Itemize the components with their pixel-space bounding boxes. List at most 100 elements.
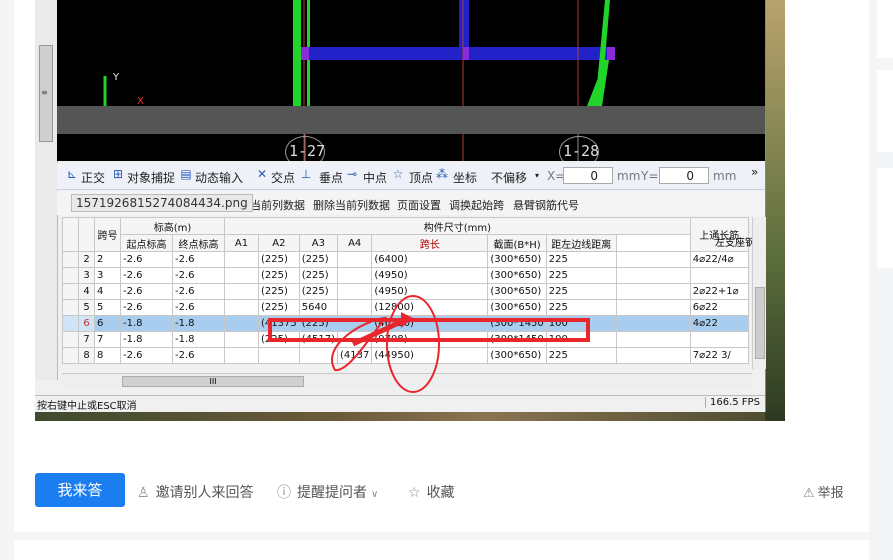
cell-rn[interactable]: 5 bbox=[78, 299, 95, 316]
cell-sec[interactable]: (300*650) bbox=[487, 251, 547, 268]
cell-left[interactable] bbox=[689, 267, 749, 284]
cell-left[interactable]: 4⌀22 bbox=[689, 315, 749, 332]
coordinate-button[interactable]: 坐标 bbox=[453, 169, 477, 186]
cell-a1[interactable] bbox=[224, 347, 259, 364]
cantilever-code-button[interactable]: 悬臂钢筋代号 bbox=[513, 197, 579, 213]
table-row[interactable]: 5 5 -2.6 -2.6 (225) 5640 (12800) (300*650) 225 6⌀… bbox=[62, 299, 749, 316]
cell-sec[interactable]: (300*650) bbox=[487, 347, 547, 364]
table-row[interactable]: 2 2 -2.6 -2.6 (225) (225) (6400) (300*650) 225 4⌀… bbox=[62, 251, 749, 268]
cell-span[interactable]: 5 bbox=[94, 299, 121, 316]
cell-s[interactable]: -2.6 bbox=[120, 299, 173, 316]
cell-s[interactable]: -2.6 bbox=[120, 283, 173, 300]
cell-a1[interactable] bbox=[224, 331, 259, 348]
cell-len[interactable]: (6400) bbox=[371, 251, 489, 268]
cell-left[interactable]: 4⌀22/4⌀ bbox=[689, 251, 749, 268]
table-row[interactable]: 8 8 -2.6 -2.6 (4137 (44950) (300*650) 225 7⌀22 3… bbox=[62, 347, 749, 364]
cell-len[interactable]: (4950) bbox=[371, 267, 489, 284]
invite-button[interactable]: ♙ 邀请别人来回答 bbox=[137, 482, 254, 502]
cell-dist[interactable]: 225 bbox=[545, 267, 617, 284]
col-header-a4[interactable]: A4 bbox=[336, 234, 373, 252]
left-scrollbar[interactable]: ≡ bbox=[35, 0, 58, 380]
perpendicular-button[interactable]: 垂点 bbox=[319, 169, 343, 186]
hscroll-thumb[interactable]: III bbox=[122, 376, 304, 387]
more-icon[interactable]: » bbox=[751, 165, 758, 179]
cell-a4[interactable] bbox=[336, 267, 373, 284]
x-input[interactable]: 0 bbox=[563, 167, 613, 184]
table-vertical-scrollbar[interactable] bbox=[752, 217, 766, 369]
cell-a3[interactable]: (225) bbox=[298, 283, 338, 300]
cell-span[interactable]: 8 bbox=[94, 347, 121, 364]
cell-a3[interactable]: 5640 bbox=[298, 299, 338, 316]
cell-a2[interactable]: (225) bbox=[258, 283, 300, 300]
cell-len[interactable]: (12800) bbox=[371, 299, 489, 316]
cell-rn[interactable]: 3 bbox=[78, 267, 95, 284]
report-button[interactable]: ⚠ 举报 bbox=[803, 482, 844, 501]
col-header-a3[interactable]: A3 bbox=[298, 234, 338, 252]
cell-a4[interactable] bbox=[336, 283, 373, 300]
col-header-section[interactable]: 截面(B*H) bbox=[487, 234, 547, 252]
cell-sec[interactable]: (300*650) bbox=[487, 283, 547, 300]
cell-len[interactable]: (4950) bbox=[371, 283, 489, 300]
cell-a4[interactable]: (4137 bbox=[336, 347, 373, 364]
cell-e[interactable]: -2.6 bbox=[172, 283, 225, 300]
cell-s[interactable]: -1.8 bbox=[120, 315, 173, 332]
cell-sec[interactable]: (300*650) bbox=[487, 267, 547, 284]
cell-s[interactable]: -2.6 bbox=[120, 347, 173, 364]
cell-dist[interactable]: 225 bbox=[545, 299, 617, 316]
cell-rn[interactable]: 7 bbox=[78, 331, 95, 348]
cell-a2[interactable]: (225) bbox=[258, 251, 300, 268]
offset-select[interactable]: 不偏移 bbox=[491, 169, 527, 186]
cell-a1[interactable] bbox=[224, 299, 259, 316]
delete-column-button[interactable]: 删除当前列数据 bbox=[313, 197, 390, 213]
col-header-span[interactable]: 跨号 bbox=[94, 217, 121, 252]
col-header-span-length[interactable]: 跨长 bbox=[371, 234, 489, 252]
table-row[interactable]: 4 4 -2.6 -2.6 (225) (225) (4950) (300*650) 225 2⌀… bbox=[62, 283, 749, 300]
cell-e[interactable]: -2.6 bbox=[172, 267, 225, 284]
table-row[interactable]: 3 3 -2.6 -2.6 (225) (225) (4950) (300*650) 225 bbox=[62, 267, 749, 284]
dynamic-input-button[interactable]: 动态输入 bbox=[195, 169, 243, 186]
cell-top[interactable] bbox=[615, 283, 691, 300]
cell-rn[interactable]: 4 bbox=[78, 283, 95, 300]
cell-left[interactable]: 6⌀22 bbox=[689, 299, 749, 316]
cell-e[interactable]: -2.6 bbox=[172, 299, 225, 316]
midpoint-button[interactable]: 中点 bbox=[363, 169, 387, 186]
collect-button[interactable]: ☆ 收藏 bbox=[408, 482, 455, 502]
col-header-start-elev[interactable]: 起点标高 bbox=[120, 234, 173, 252]
cell-top[interactable] bbox=[615, 315, 691, 332]
cad-viewport[interactable]: Y X 1-27 1-28 bbox=[57, 0, 765, 161]
cell-e[interactable]: -2.6 bbox=[172, 251, 225, 268]
cell-top[interactable] bbox=[615, 267, 691, 284]
cell-a4[interactable] bbox=[336, 299, 373, 316]
cell-a3[interactable]: (225) bbox=[298, 251, 338, 268]
col-header-a1[interactable]: A1 bbox=[224, 234, 259, 252]
cell-e[interactable]: -1.8 bbox=[172, 331, 225, 348]
answer-button[interactable]: 我来答 bbox=[35, 473, 125, 507]
cell-a1[interactable] bbox=[224, 267, 259, 284]
cell-rn[interactable]: 8 bbox=[78, 347, 95, 364]
chevron-down-icon[interactable]: ▾ bbox=[535, 171, 539, 180]
cell-e[interactable]: -1.8 bbox=[172, 315, 225, 332]
intersection-button[interactable]: 交点 bbox=[271, 169, 295, 186]
cell-a2[interactable]: (225) bbox=[258, 267, 300, 284]
cell-span[interactable]: 3 bbox=[94, 267, 121, 284]
ortho-button[interactable]: 正交 bbox=[81, 169, 105, 186]
cell-a2[interactable]: (225) bbox=[258, 299, 300, 316]
cell-span[interactable]: 6 bbox=[94, 315, 121, 332]
col-header-left-support[interactable]: 左支座钢 bbox=[715, 234, 755, 249]
col-header-end-elev[interactable]: 终点标高 bbox=[172, 234, 225, 252]
cell-span[interactable]: 7 bbox=[94, 331, 121, 348]
col-header-a2[interactable]: A2 bbox=[258, 234, 300, 252]
object-snap-button[interactable]: 对象捕捉 bbox=[127, 169, 175, 186]
col-header-left-distance[interactable]: 距左边线距离 bbox=[545, 234, 617, 252]
cell-dist[interactable]: 225 bbox=[545, 283, 617, 300]
cell-s[interactable]: -2.6 bbox=[120, 251, 173, 268]
cell-len[interactable]: (44950) bbox=[371, 347, 489, 364]
cell-a4[interactable] bbox=[336, 251, 373, 268]
cell-a1[interactable] bbox=[224, 283, 259, 300]
cell-sec[interactable]: (300*650) bbox=[487, 299, 547, 316]
cell-left[interactable]: 7⌀22 3/ bbox=[689, 347, 749, 364]
cell-a3[interactable] bbox=[298, 347, 338, 364]
page-setup-button[interactable]: 页面设置 bbox=[397, 197, 441, 213]
cell-dist[interactable]: 225 bbox=[545, 347, 617, 364]
swap-start-span-button[interactable]: 调换起始跨 bbox=[449, 197, 504, 213]
